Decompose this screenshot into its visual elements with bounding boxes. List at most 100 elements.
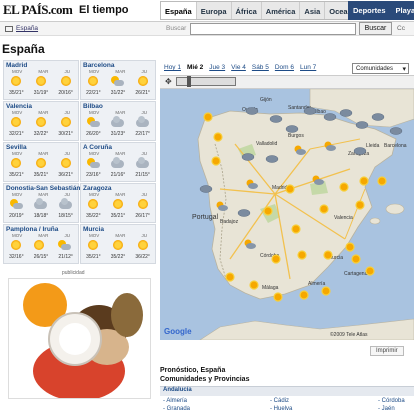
map-city-label[interactable]: Gijón	[260, 97, 272, 103]
cloud-icon[interactable]	[323, 113, 337, 121]
sun-icon[interactable]	[203, 112, 213, 122]
sun-icon[interactable]	[291, 224, 301, 234]
cloud-icon[interactable]	[241, 153, 255, 161]
city-name[interactable]: Murcia	[83, 226, 104, 233]
city-name[interactable]: Barcelona	[83, 62, 114, 69]
region-select[interactable]: Comunidades	[352, 63, 409, 74]
toolbar-extra-link[interactable]: Cc	[397, 25, 405, 32]
sun-icon[interactable]	[359, 176, 369, 186]
sun-icon[interactable]	[297, 250, 307, 260]
map-city-label[interactable]: Málaga	[262, 285, 279, 291]
nav-deportes[interactable]: Deportes	[348, 1, 391, 20]
city-forecast-card[interactable]: Barcelona MOV MAR JU 22/21° 31/22° 26/21°	[80, 60, 156, 100]
map-city-label[interactable]: Cartagena	[344, 271, 368, 277]
search-button[interactable]: Buscar	[359, 22, 392, 35]
map-city-label[interactable]: Valladolid	[256, 141, 278, 147]
cloud-icon[interactable]	[355, 121, 369, 129]
city-forecast-card[interactable]: A Coruña MOV MAR JU 23/16° 21/16° 21/15°	[80, 142, 156, 182]
city-forecast-card[interactable]: Donostia-San Sebastián MOV MAR JU 20/19° 18/1…	[3, 183, 80, 223]
sun-icon[interactable]	[285, 184, 295, 194]
map-city-label[interactable]: Portugal	[192, 214, 219, 221]
sun-icon[interactable]	[271, 254, 281, 264]
city-forecast-card[interactable]: Pamplona / Iruña MOV MAR JU 32/16° 26/15° 21/1…	[3, 224, 79, 264]
tab-dom[interactable]: Dom 6	[275, 64, 294, 71]
tab-vie[interactable]: Vie 4	[231, 64, 246, 71]
city-forecast-card[interactable]: Murcia MOV MAR JU 35/21° 35/22° 36/22°	[80, 224, 156, 264]
sun-icon[interactable]	[345, 242, 355, 252]
province-link[interactable]: - Jaén	[378, 406, 395, 412]
map-city-label[interactable]: Valencia	[334, 215, 353, 221]
city-name[interactable]: Bilbao	[83, 103, 103, 110]
sun-icon[interactable]	[211, 156, 221, 166]
map-city-label[interactable]: Almería	[308, 281, 325, 287]
print-button[interactable]: Imprimir	[370, 346, 404, 356]
nav-asia[interactable]: Asia	[300, 2, 326, 19]
sun-icon[interactable]	[365, 266, 375, 276]
nav-espana[interactable]: España	[161, 2, 197, 19]
sun-icon[interactable]	[225, 272, 235, 282]
sun-icon[interactable]	[339, 182, 349, 192]
tab-jue[interactable]: Jue 3	[209, 64, 225, 71]
sun-icon[interactable]	[377, 176, 387, 186]
province-link[interactable]: - Córdoba	[378, 398, 405, 404]
tab-lun[interactable]: Lun 7	[300, 64, 316, 71]
cloud-icon[interactable]	[353, 147, 367, 155]
province-link[interactable]: - Cádiz	[270, 398, 289, 404]
tab-hoy[interactable]: Hoy 1	[164, 64, 181, 71]
sun-icon[interactable]	[321, 286, 331, 296]
tab-mie[interactable]: Mié 2	[187, 64, 203, 71]
cloud-icon[interactable]	[339, 109, 353, 117]
sun-icon[interactable]	[355, 200, 365, 210]
nav-africa[interactable]: África	[232, 2, 262, 19]
map-city-label[interactable]: Barcelona	[384, 143, 407, 149]
city-name[interactable]: Zaragoza	[83, 185, 112, 192]
city-name[interactable]: Madrid	[6, 62, 27, 69]
map-city-label[interactable]: Madrid	[272, 185, 288, 191]
sun-icon[interactable]	[319, 204, 329, 214]
cloud-icon[interactable]	[237, 209, 251, 217]
city-name[interactable]: Sevilla	[6, 144, 27, 151]
cloud-icon[interactable]	[245, 107, 259, 115]
city-forecast-card[interactable]: Zaragoza MOV MAR JU 35/22° 35/21° 26/17°	[80, 183, 156, 223]
cloud-icon[interactable]	[265, 155, 279, 163]
city-forecast-card[interactable]: Sevilla MOV MAR JU 35/21° 35/21° 36/21°	[3, 142, 79, 182]
city-name[interactable]: A Coruña	[83, 144, 112, 151]
city-forecast-card[interactable]: Madrid MOV MAR JU 35/21° 31/19° 20/16°	[3, 60, 79, 100]
map-city-label[interactable]: Badajoz	[220, 219, 239, 225]
city-name[interactable]: Donostia-San Sebastián	[6, 185, 80, 192]
nav-playas[interactable]: Playas	[391, 1, 414, 20]
nav-america[interactable]: América	[262, 2, 301, 19]
cloud-icon[interactable]	[389, 127, 403, 135]
map-city-label[interactable]: Burgos	[288, 133, 304, 139]
city-name[interactable]: Pamplona / Iruña	[6, 226, 58, 233]
cloud-icon[interactable]	[285, 125, 299, 133]
sun-icon[interactable]	[273, 292, 283, 302]
city-forecast-card[interactable]: Bilbao MOV MAR JU 26/20° 31/23° 22/17°	[80, 101, 156, 141]
zoom-slider[interactable]	[176, 77, 236, 86]
province-link[interactable]: - Granada	[163, 406, 190, 412]
cloud-icon[interactable]	[199, 185, 213, 193]
cloud-icon[interactable]	[371, 113, 385, 121]
tab-sab[interactable]: Sáb 5	[252, 64, 269, 71]
province-link[interactable]: - Almería	[163, 398, 187, 404]
sun-icon[interactable]	[323, 250, 333, 260]
nav-europa[interactable]: Europa	[197, 2, 232, 19]
sun-icon[interactable]	[351, 254, 361, 264]
city-forecast-card[interactable]: Valencia MOV MAR JU 32/21° 32/22° 30/21°	[3, 101, 79, 141]
cloud-icon[interactable]	[303, 107, 317, 115]
map-city-label[interactable]: Lleida	[366, 143, 380, 149]
region-name[interactable]: Andalucía	[163, 387, 192, 393]
sun-icon[interactable]	[263, 206, 273, 216]
weather-map[interactable]: Google ©2009 Tele Atlas GijónOviedoSanta…	[160, 89, 414, 340]
zoom-handle[interactable]	[187, 76, 191, 87]
cloud-icon[interactable]	[269, 115, 283, 123]
breadcrumb[interactable]: España	[16, 25, 38, 32]
sun-icon[interactable]	[299, 290, 309, 300]
advertisement-image[interactable]	[8, 278, 151, 399]
sun-icon[interactable]	[249, 280, 259, 290]
province-link[interactable]: - Huelva	[270, 406, 292, 412]
city-name[interactable]: Valencia	[6, 103, 32, 110]
sun-icon[interactable]	[213, 132, 223, 142]
pan-icon[interactable]: ✥	[165, 77, 172, 86]
site-logo[interactable]: EL PAÍS.com	[3, 2, 73, 18]
